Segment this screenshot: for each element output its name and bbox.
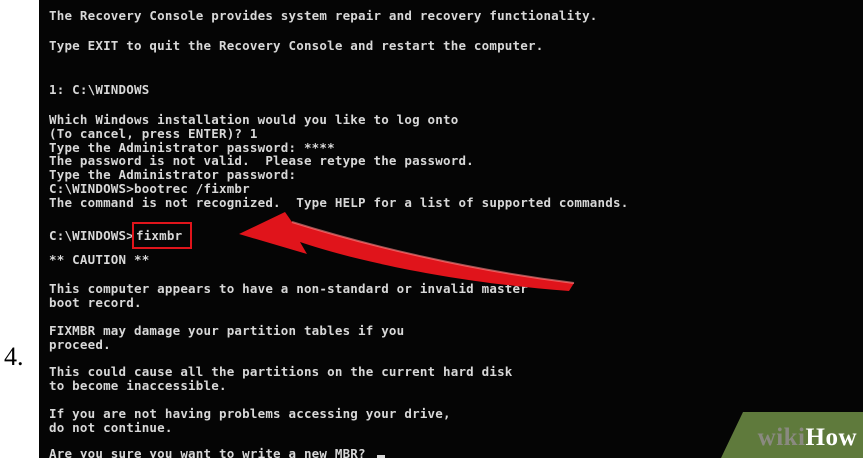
red-arrow-icon [239,212,575,291]
step-number: 4. [4,342,24,371]
wikihow-watermark: wikiHow [721,412,863,458]
console-screen: The Recovery Console provides system rep… [39,0,863,458]
screenshot-frame: 4. The Recovery Console provides system … [0,0,863,458]
watermark-how: How [805,424,857,451]
watermark-text: wikiHow [758,424,857,452]
watermark-wiki: wiki [757,424,806,451]
